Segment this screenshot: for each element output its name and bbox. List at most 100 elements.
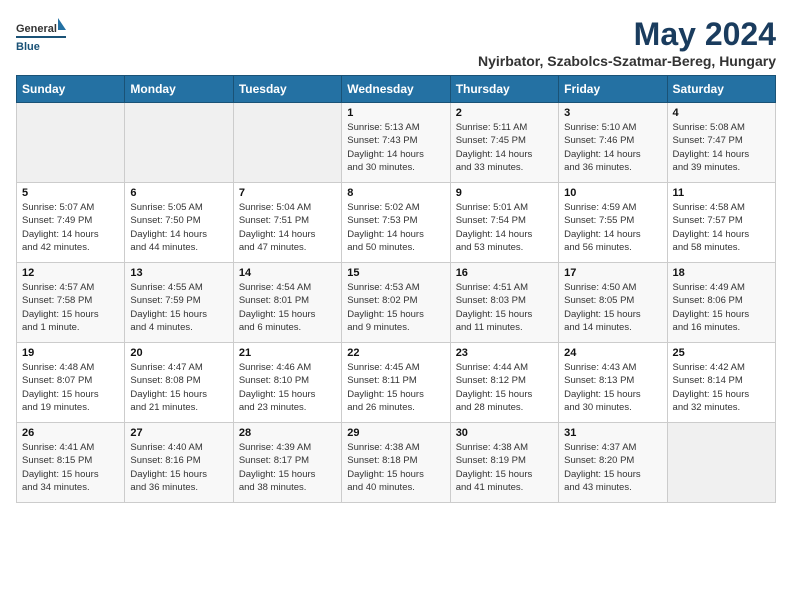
day-info: Sunrise: 4:51 AM Sunset: 8:03 PM Dayligh…	[456, 281, 553, 334]
day-cell	[17, 103, 125, 183]
day-cell	[125, 103, 233, 183]
day-info: Sunrise: 5:13 AM Sunset: 7:43 PM Dayligh…	[347, 121, 444, 174]
day-number: 10	[564, 187, 661, 199]
day-cell: 31 Sunrise: 4:37 AM Sunset: 8:20 PM Dayli…	[559, 423, 667, 503]
day-number: 1	[347, 107, 444, 119]
week-row-5: 26Sunrise: 4:41 AM Sunset: 8:15 PM Dayli…	[17, 423, 776, 503]
svg-text:General: General	[16, 23, 57, 35]
day-number: 7	[239, 187, 336, 199]
day-cell: 5Sunrise: 5:07 AM Sunset: 7:49 PM Daylig…	[17, 183, 125, 263]
header-row: SundayMondayTuesdayWednesdayThursdayFrid…	[17, 76, 776, 103]
day-number: 30	[456, 427, 553, 439]
day-cell: 6Sunrise: 5:05 AM Sunset: 7:50 PM Daylig…	[125, 183, 233, 263]
day-info: Sunrise: 4:42 AM Sunset: 8:14 PM Dayligh…	[673, 361, 770, 414]
day-info: Sunrise: 4:45 AM Sunset: 8:11 PM Dayligh…	[347, 361, 444, 414]
svg-text:Blue: Blue	[16, 41, 40, 53]
day-cell: 3 Sunrise: 5:10 AM Sunset: 7:46 PM Daylig…	[559, 103, 667, 183]
day-header-monday: Monday	[125, 76, 233, 103]
day-number: 11	[673, 187, 770, 199]
day-cell: 16 Sunrise: 4:51 AM Sunset: 8:03 PM Dayli…	[450, 263, 558, 343]
day-info: Sunrise: 5:04 AM Sunset: 7:51 PM Dayligh…	[239, 201, 336, 254]
day-number: 6	[130, 187, 227, 199]
day-cell: 10 Sunrise: 4:59 AM Sunset: 7:55 PM Dayli…	[559, 183, 667, 263]
day-info: Sunrise: 4:44 AM Sunset: 8:12 PM Dayligh…	[456, 361, 553, 414]
logo-svg: General Blue	[16, 16, 66, 56]
day-header-sunday: Sunday	[17, 76, 125, 103]
day-cell: 21 Sunrise: 4:46 AM Sunset: 8:10 PM Dayli…	[233, 343, 341, 423]
day-number: 22	[347, 347, 444, 359]
day-info: Sunrise: 4:37 AM Sunset: 8:20 PM Dayligh…	[564, 441, 661, 494]
day-header-saturday: Saturday	[667, 76, 775, 103]
week-row-2: 5Sunrise: 5:07 AM Sunset: 7:49 PM Daylig…	[17, 183, 776, 263]
day-info: Sunrise: 4:38 AM Sunset: 8:19 PM Dayligh…	[456, 441, 553, 494]
week-row-4: 19 Sunrise: 4:48 AM Sunset: 8:07 PM Dayli…	[17, 343, 776, 423]
day-info: Sunrise: 4:40 AM Sunset: 8:16 PM Dayligh…	[130, 441, 227, 494]
day-info: Sunrise: 4:43 AM Sunset: 8:13 PM Dayligh…	[564, 361, 661, 414]
day-number: 31	[564, 427, 661, 439]
day-header-wednesday: Wednesday	[342, 76, 450, 103]
day-number: 18	[673, 267, 770, 279]
day-number: 9	[456, 187, 553, 199]
title-block: May 2024 Nyirbator, Szabolcs-Szatmar-Ber…	[478, 16, 776, 69]
day-number: 23	[456, 347, 553, 359]
day-number: 19	[22, 347, 119, 359]
day-cell: 23 Sunrise: 4:44 AM Sunset: 8:12 PM Dayli…	[450, 343, 558, 423]
day-number: 21	[239, 347, 336, 359]
day-info: Sunrise: 4:55 AM Sunset: 7:59 PM Dayligh…	[130, 281, 227, 334]
day-info: Sunrise: 4:38 AM Sunset: 8:18 PM Dayligh…	[347, 441, 444, 494]
day-cell: 24Sunrise: 4:43 AM Sunset: 8:13 PM Dayli…	[559, 343, 667, 423]
day-number: 5	[22, 187, 119, 199]
day-cell: 15Sunrise: 4:53 AM Sunset: 8:02 PM Dayli…	[342, 263, 450, 343]
day-cell: 9 Sunrise: 5:01 AM Sunset: 7:54 PM Daylig…	[450, 183, 558, 263]
day-info: Sunrise: 4:54 AM Sunset: 8:01 PM Dayligh…	[239, 281, 336, 334]
day-info: Sunrise: 4:53 AM Sunset: 8:02 PM Dayligh…	[347, 281, 444, 334]
day-info: Sunrise: 4:59 AM Sunset: 7:55 PM Dayligh…	[564, 201, 661, 254]
day-number: 2	[456, 107, 553, 119]
day-header-friday: Friday	[559, 76, 667, 103]
day-info: Sunrise: 5:02 AM Sunset: 7:53 PM Dayligh…	[347, 201, 444, 254]
location: Nyirbator, Szabolcs-Szatmar-Bereg, Hunga…	[478, 53, 776, 69]
day-number: 25	[673, 347, 770, 359]
month-title: May 2024	[478, 16, 776, 53]
day-cell: 19 Sunrise: 4:48 AM Sunset: 8:07 PM Dayli…	[17, 343, 125, 423]
day-number: 3	[564, 107, 661, 119]
day-cell: 30 Sunrise: 4:38 AM Sunset: 8:19 PM Dayli…	[450, 423, 558, 503]
day-info: Sunrise: 5:08 AM Sunset: 7:47 PM Dayligh…	[673, 121, 770, 174]
day-info: Sunrise: 5:10 AM Sunset: 7:46 PM Dayligh…	[564, 121, 661, 174]
day-info: Sunrise: 4:41 AM Sunset: 8:15 PM Dayligh…	[22, 441, 119, 494]
day-number: 20	[130, 347, 227, 359]
day-info: Sunrise: 4:47 AM Sunset: 8:08 PM Dayligh…	[130, 361, 227, 414]
day-cell: 20 Sunrise: 4:47 AM Sunset: 8:08 PM Dayli…	[125, 343, 233, 423]
day-cell: 18Sunrise: 4:49 AM Sunset: 8:06 PM Dayli…	[667, 263, 775, 343]
day-number: 4	[673, 107, 770, 119]
day-cell: 29Sunrise: 4:38 AM Sunset: 8:18 PM Dayli…	[342, 423, 450, 503]
day-number: 8	[347, 187, 444, 199]
day-info: Sunrise: 4:39 AM Sunset: 8:17 PM Dayligh…	[239, 441, 336, 494]
day-info: Sunrise: 4:57 AM Sunset: 7:58 PM Dayligh…	[22, 281, 119, 334]
page-header: General Blue May 2024 Nyirbator, Szabolc…	[16, 16, 776, 69]
day-info: Sunrise: 4:50 AM Sunset: 8:05 PM Dayligh…	[564, 281, 661, 334]
day-info: Sunrise: 5:01 AM Sunset: 7:54 PM Dayligh…	[456, 201, 553, 254]
day-info: Sunrise: 5:11 AM Sunset: 7:45 PM Dayligh…	[456, 121, 553, 174]
logo: General Blue	[16, 16, 66, 56]
day-cell: 7 Sunrise: 5:04 AM Sunset: 7:51 PM Daylig…	[233, 183, 341, 263]
day-cell	[233, 103, 341, 183]
day-number: 16	[456, 267, 553, 279]
day-cell: 22 Sunrise: 4:45 AM Sunset: 8:11 PM Dayli…	[342, 343, 450, 423]
day-number: 13	[130, 267, 227, 279]
day-header-tuesday: Tuesday	[233, 76, 341, 103]
day-number: 27	[130, 427, 227, 439]
day-cell: 14Sunrise: 4:54 AM Sunset: 8:01 PM Dayli…	[233, 263, 341, 343]
day-cell	[667, 423, 775, 503]
day-cell: 26Sunrise: 4:41 AM Sunset: 8:15 PM Dayli…	[17, 423, 125, 503]
day-cell: 11 Sunrise: 4:58 AM Sunset: 7:57 PM Dayli…	[667, 183, 775, 263]
day-cell: 17Sunrise: 4:50 AM Sunset: 8:05 PM Dayli…	[559, 263, 667, 343]
day-info: Sunrise: 4:58 AM Sunset: 7:57 PM Dayligh…	[673, 201, 770, 254]
day-header-thursday: Thursday	[450, 76, 558, 103]
day-info: Sunrise: 4:48 AM Sunset: 8:07 PM Dayligh…	[22, 361, 119, 414]
day-info: Sunrise: 4:46 AM Sunset: 8:10 PM Dayligh…	[239, 361, 336, 414]
day-cell: 4 Sunrise: 5:08 AM Sunset: 7:47 PM Daylig…	[667, 103, 775, 183]
day-cell: 28Sunrise: 4:39 AM Sunset: 8:17 PM Dayli…	[233, 423, 341, 503]
week-row-3: 12Sunrise: 4:57 AM Sunset: 7:58 PM Dayli…	[17, 263, 776, 343]
day-cell: 8 Sunrise: 5:02 AM Sunset: 7:53 PM Daylig…	[342, 183, 450, 263]
